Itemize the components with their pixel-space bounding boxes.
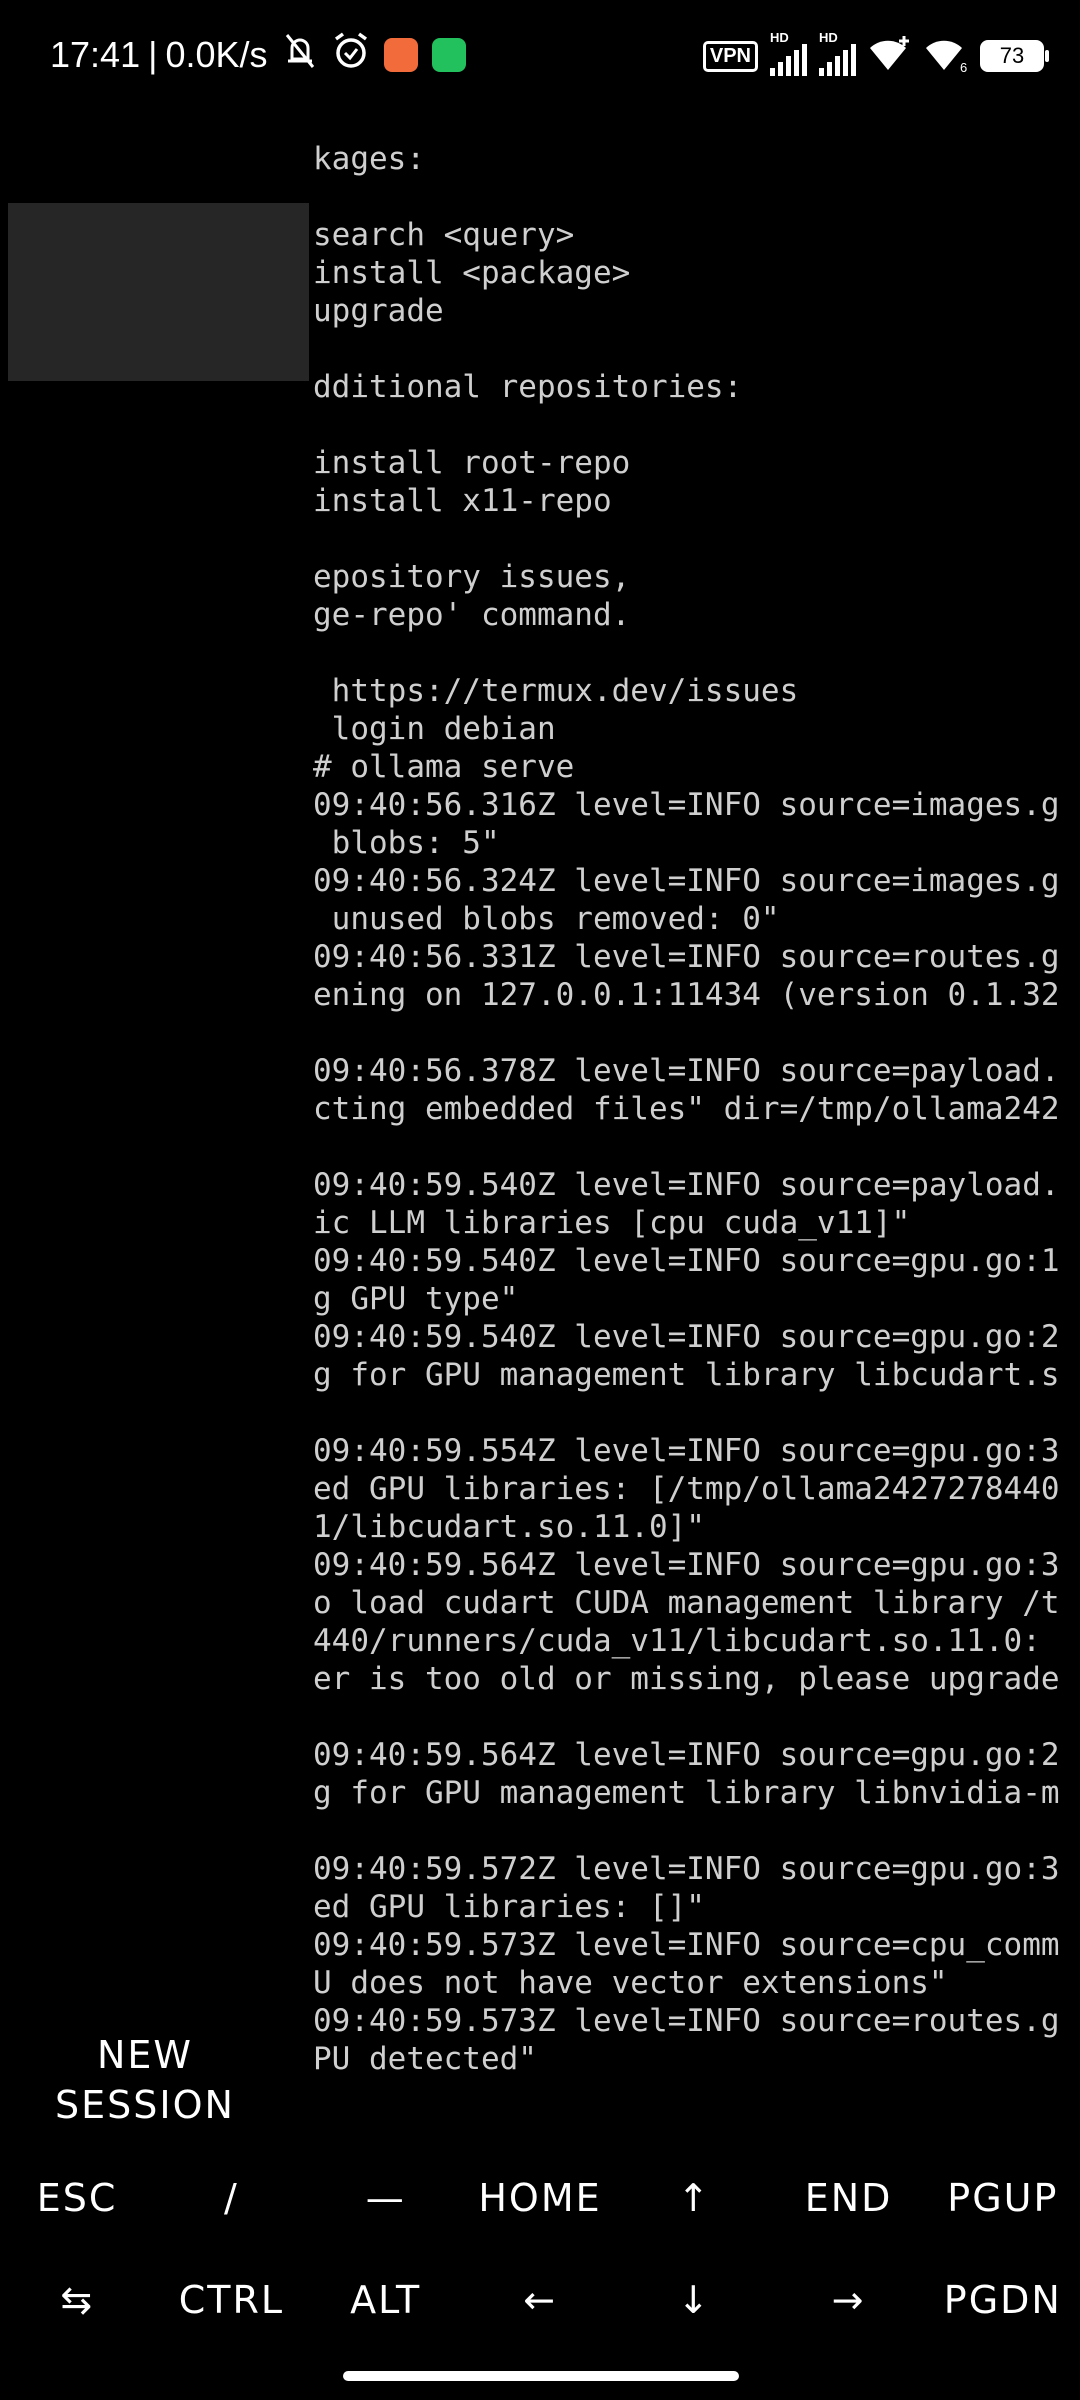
terminal-line: ed GPU libraries: [/tmp/ollama2427278440 [313, 1471, 1060, 1507]
vpn-icon: VPN [702, 40, 758, 72]
terminal-output[interactable]: kages: search <query> install <package> upg… [313, 140, 1080, 2090]
terminal-line: 09:40:59.573Z level=INFO source=routes.g [313, 2003, 1060, 2039]
terminal-line: 440/runners/cuda_v11/libcudart.so.11.0: [313, 1623, 1041, 1659]
battery-icon: 73 [980, 40, 1049, 72]
terminal-line: install root-repo [313, 445, 631, 481]
terminal-line: 09:40:59.573Z level=INFO source=cpu_comm [313, 1927, 1060, 1963]
terminal-line: 09:40:59.540Z level=INFO source=gpu.go:1 [313, 1243, 1060, 1279]
terminal-line: 1/libcudart.so.11.0]" [313, 1509, 705, 1545]
terminal-line: epository issues, [313, 559, 631, 595]
terminal-line: 09:40:59.554Z level=INFO source=gpu.go:3 [313, 1433, 1060, 1469]
ctrl-key[interactable]: CTRL [154, 2255, 308, 2345]
extra-keys-row-2: ⇆ CTRL ALT ← ↓ → PGDN [0, 2255, 1080, 2345]
esc-key[interactable]: ESC [0, 2153, 154, 2243]
mi-store-app-icon [383, 38, 418, 72]
new-session-button[interactable]: NEW SESSION [20, 2030, 270, 2130]
terminal-line: blobs: 5" [313, 825, 500, 861]
wechat-app-icon [431, 38, 466, 72]
terminal-line: upgrade [313, 293, 444, 329]
terminal-line: 09:40:56.378Z level=INFO source=payload. [313, 1053, 1060, 1089]
home-indicator[interactable] [343, 2371, 739, 2381]
terminal-line: U does not have vector extensions" [313, 1965, 948, 2001]
svg-text:6: 6 [960, 60, 967, 74]
terminal-line: o load cudart CUDA management library /t [313, 1585, 1060, 1621]
pgdn-key[interactable]: PGDN [926, 2255, 1080, 2345]
wifi-hotspot-icon [868, 34, 912, 79]
signal-icon-2: HD [819, 30, 856, 76]
bell-muted-icon [282, 31, 318, 80]
terminal-line: ed GPU libraries: []" [313, 1889, 705, 1925]
terminal-line: kages: [313, 141, 425, 177]
status-bar: 17:41 | 0.0K/s VPN HD HD 6 73 [0, 0, 1080, 110]
arrow-up-key[interactable]: ↑ [617, 2153, 771, 2243]
drawer-session-item[interactable] [8, 203, 309, 381]
alt-key[interactable]: ALT [309, 2255, 463, 2345]
terminal-line: cting embedded files" dir=/tmp/ollama242 [313, 1091, 1060, 1127]
terminal-line: install x11-repo [313, 483, 612, 519]
terminal-line: 09:40:59.572Z level=INFO source=gpu.go:3 [313, 1851, 1060, 1887]
terminal-line: install <package> [313, 255, 631, 291]
net-speed: 0.0K/s [165, 34, 268, 75]
slash-key[interactable]: / [154, 2153, 308, 2243]
arrow-down-key[interactable]: ↓ [617, 2255, 771, 2345]
tab-key[interactable]: ⇆ [0, 2255, 154, 2345]
terminal-line: dditional repositories: [313, 369, 743, 405]
terminal-line: 09:40:59.540Z level=INFO source=gpu.go:2 [313, 1319, 1060, 1355]
arrow-left-key[interactable]: ← [463, 2255, 617, 2345]
new-session-label-1: NEW [96, 2033, 193, 2077]
terminal-line: g for GPU management library libcudart.s [313, 1357, 1060, 1393]
wifi-icon: 6 [924, 34, 968, 79]
battery-level: 73 [999, 43, 1025, 68]
new-session-label-2: SESSION [55, 2083, 235, 2127]
terminal-line: https://termux.dev/issues [313, 673, 799, 709]
dash-key[interactable]: — [309, 2153, 463, 2243]
terminal-line: search <query> [313, 217, 575, 253]
terminal-line: g for GPU management library libnvidia-m [313, 1775, 1060, 1811]
terminal-line: ic LLM libraries [cpu cuda_v11]" [313, 1205, 911, 1241]
home-key[interactable]: HOME [463, 2153, 617, 2243]
terminal-line: er is too old or missing, please upgrade [313, 1661, 1060, 1697]
pgup-key[interactable]: PGUP [926, 2153, 1080, 2243]
alarm-icon [332, 31, 370, 80]
terminal-line: 09:40:59.564Z level=INFO source=gpu.go:2 [313, 1737, 1060, 1773]
terminal-line: unused blobs removed: 0" [313, 901, 780, 937]
terminal-line: 09:40:56.316Z level=INFO source=images.g [313, 787, 1060, 823]
hd-label: HD [819, 30, 838, 45]
terminal-line: g GPU type" [313, 1281, 519, 1317]
signal-icon: HD [770, 30, 807, 76]
extra-keys-row-1: ESC / — HOME ↑ END PGUP [0, 2153, 1080, 2243]
terminal-line: 09:40:59.540Z level=INFO source=payload. [313, 1167, 1060, 1203]
arrow-right-key[interactable]: → [771, 2255, 925, 2345]
terminal-line: PU detected" [313, 2041, 537, 2077]
clock: 17:41 [50, 34, 141, 75]
terminal-line: login debian [313, 711, 556, 747]
terminal-line: # ollama serve [313, 749, 575, 785]
terminal-line: 09:40:56.324Z level=INFO source=images.g [313, 863, 1060, 899]
terminal-line: 09:40:56.331Z level=INFO source=routes.g [313, 939, 1060, 975]
end-key[interactable]: END [771, 2153, 925, 2243]
terminal-line: 09:40:59.564Z level=INFO source=gpu.go:3 [313, 1547, 1060, 1583]
terminal-line: ge-repo' command. [313, 597, 631, 633]
hd-label: HD [770, 30, 789, 45]
separator: | [148, 34, 158, 75]
terminal-line: ening on 127.0.0.1:11434 (version 0.1.32 [313, 977, 1060, 1013]
